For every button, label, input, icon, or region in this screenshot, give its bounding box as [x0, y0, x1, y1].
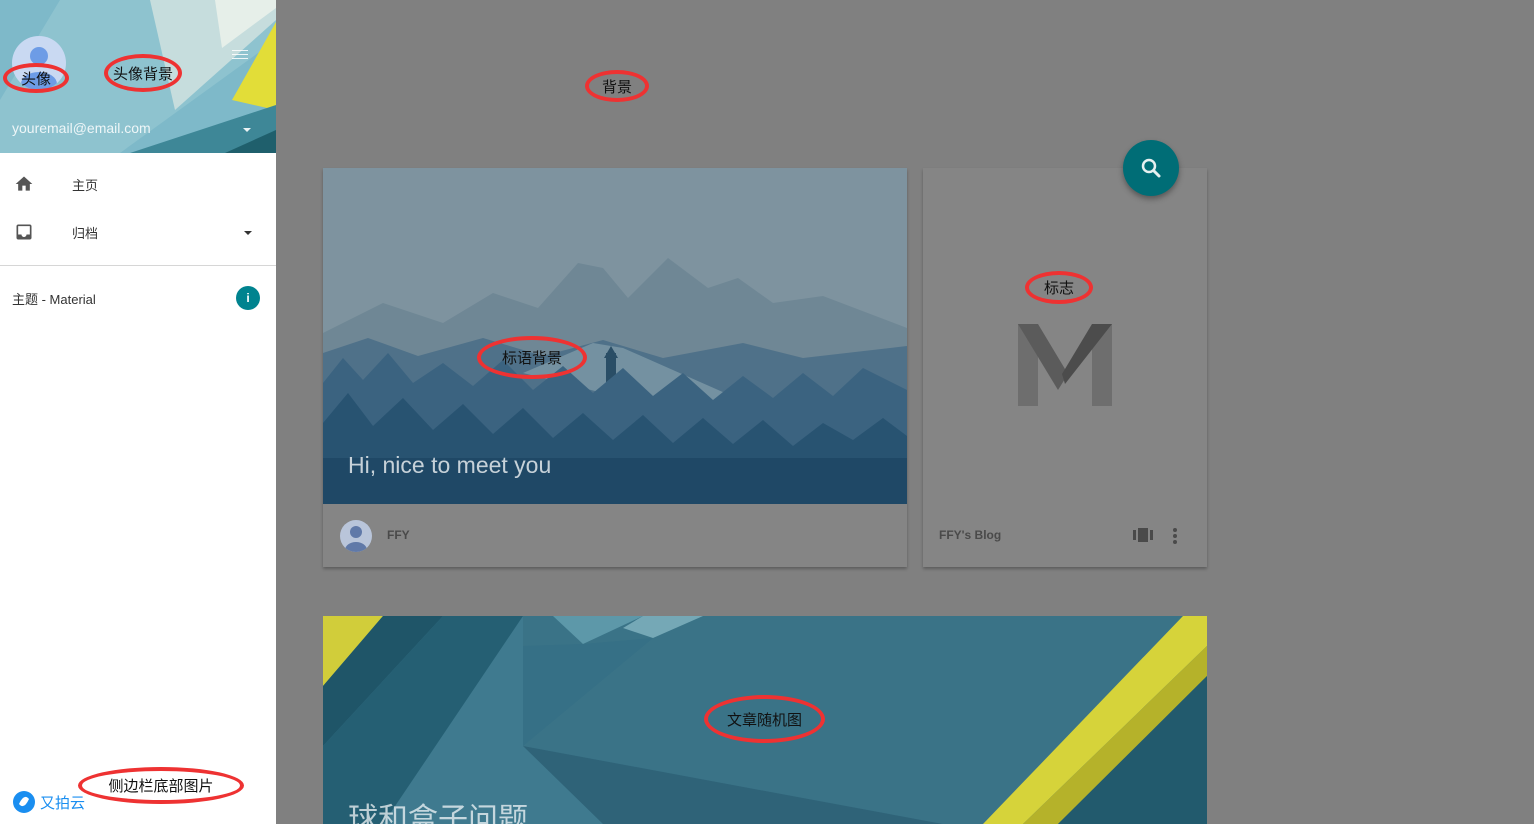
annotation-label: 头像	[20, 70, 51, 88]
post-title[interactable]: 球和盒子问题	[348, 794, 528, 824]
sidebar-divider	[0, 265, 276, 266]
annotation-random-image: 文章随机图	[704, 695, 825, 743]
annotation-avatar: 头像	[3, 63, 69, 93]
upyun-logo-text: 又拍云	[40, 794, 86, 812]
blog-name: FFY's Blog	[939, 528, 1002, 542]
sidebar-item-archive[interactable]: 归档	[0, 208, 276, 256]
annotation-sidebar-bottom-image: 侧边栏底部图片	[78, 767, 244, 804]
inbox-icon	[16, 224, 32, 240]
sidebar-item-home[interactable]: 主页	[0, 160, 276, 208]
account-dropdown-icon[interactable]	[243, 128, 251, 132]
annotation-label: 标志	[1043, 280, 1074, 297]
hero-card: Hi, nice to meet you FFY	[323, 168, 907, 567]
sidebar-bottom-logo[interactable]: 又拍云	[12, 790, 85, 814]
author-avatar[interactable]	[340, 520, 372, 552]
home-icon	[15, 176, 33, 191]
info-icon[interactable]: i	[236, 286, 260, 310]
slides-icon[interactable]	[1133, 528, 1153, 542]
annotation-label: 头像背景	[112, 65, 173, 83]
sidebar-item-label: 主页	[72, 177, 99, 193]
annotation-label: 标语背景	[501, 350, 562, 367]
annotation-label: 文章随机图	[726, 711, 802, 729]
account-email[interactable]: youremail@email.com	[12, 120, 151, 136]
annotation-logo: 标志	[1025, 271, 1093, 304]
annotation-label: 背景	[601, 78, 632, 96]
annotation-background: 背景	[585, 70, 649, 102]
search-button[interactable]	[1123, 140, 1179, 196]
author-name[interactable]: FFY	[387, 528, 410, 542]
blog-card: FFY's Blog	[923, 168, 1207, 567]
theme-label[interactable]: 主题 - Material	[12, 289, 96, 308]
menu-lines-icon[interactable]	[232, 50, 248, 62]
material-logo-icon	[1018, 324, 1112, 406]
chevron-down-icon[interactable]	[244, 231, 252, 235]
search-icon	[1141, 158, 1161, 178]
annotation-slogan-background: 标语背景	[477, 336, 587, 379]
slogan-text: Hi, nice to meet you	[348, 452, 552, 478]
sidebar: youremail@email.com 主页 归档 主题 - Material …	[0, 0, 276, 824]
upyun-logo-icon	[13, 791, 35, 813]
sidebar-item-label: 归档	[72, 225, 99, 241]
annotation-label: 侧边栏底部图片	[108, 778, 214, 795]
annotation-avatar-background: 头像背景	[104, 54, 182, 92]
person-icon	[345, 526, 367, 552]
more-vert-icon[interactable]	[1173, 528, 1177, 544]
